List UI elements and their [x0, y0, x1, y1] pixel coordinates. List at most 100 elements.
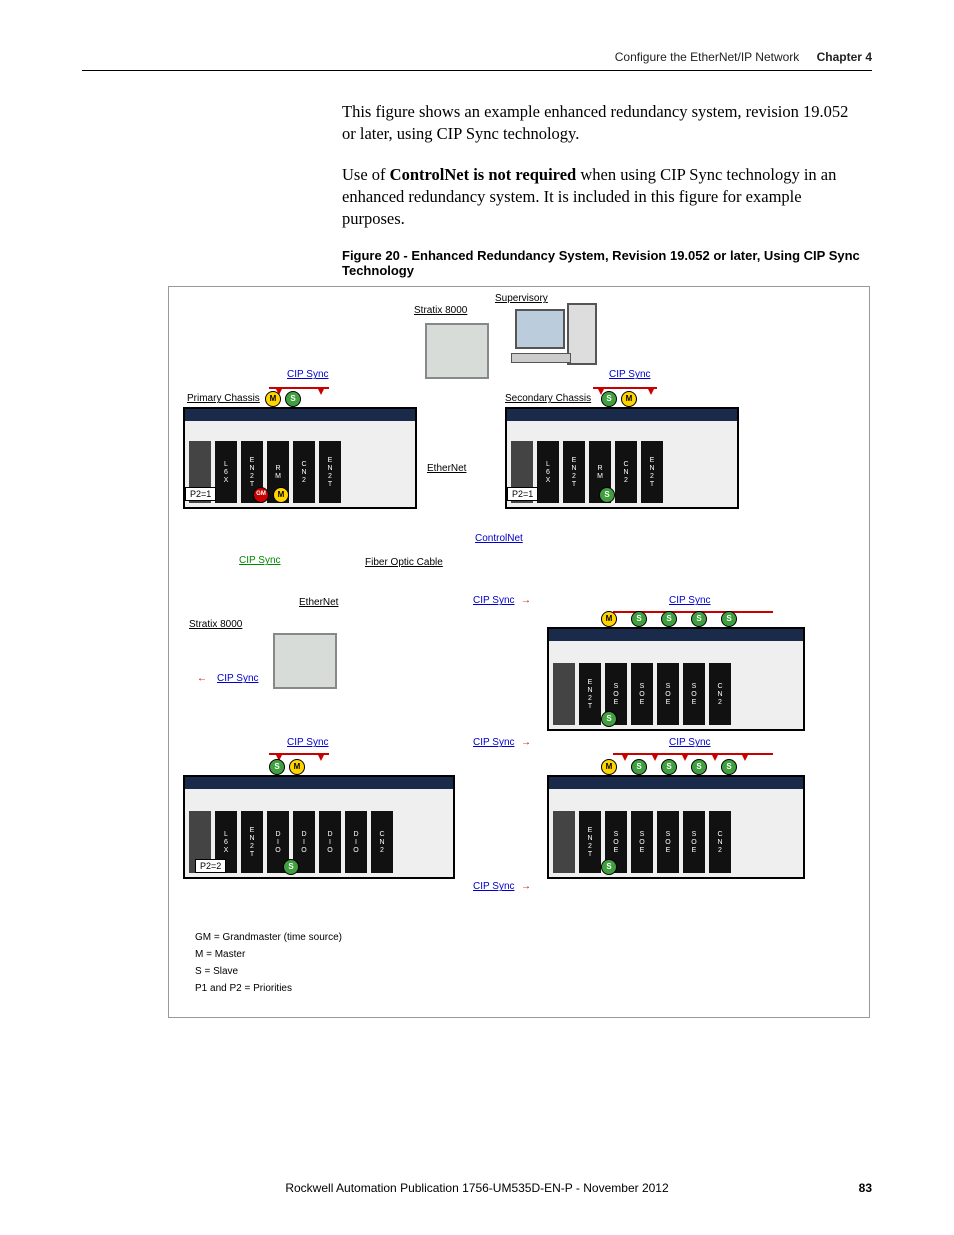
legend-gm: GM = Grandmaster (time source) — [195, 929, 342, 946]
label-cipsync-1: CIP Sync — [287, 369, 329, 380]
sync-arrow-rc — [681, 753, 689, 761]
slot-cn2: CN2 — [293, 441, 315, 503]
label-stratix-left: Stratix 8000 — [189, 619, 242, 630]
label-cipsync-lowL: CIP Sync — [287, 737, 329, 748]
tower-icon — [567, 303, 597, 365]
node-s-sec: S — [601, 391, 617, 407]
slot-dio-c: DIO — [319, 811, 341, 873]
node-s-io1a: S — [631, 611, 647, 627]
slot-soe-1c: SOE — [657, 663, 679, 725]
sync-arrow-re — [741, 753, 749, 761]
slot-l6x: L6X — [215, 441, 237, 503]
node-s-io1b: S — [661, 611, 677, 627]
slot-en2t2-s: EN2T — [641, 441, 663, 503]
p2-1-primary: P2=1 — [185, 487, 216, 501]
paragraph-1: This figure shows an example enhanced re… — [342, 101, 862, 146]
publication-line: Rockwell Automation Publication 1756-UM5… — [0, 1181, 954, 1195]
slot-psio1 — [553, 663, 575, 725]
node-m-io1: M — [601, 611, 617, 627]
label-cipsync-2: CIP Sync — [609, 369, 651, 380]
keyboard-icon — [511, 353, 571, 363]
node-s-lrb: S — [661, 759, 677, 775]
label-cipsync-lowm: CIP Sync — [473, 737, 515, 748]
sync-arrow-rb — [651, 753, 659, 761]
label-cipsync-mid: CIP Sync — [473, 595, 515, 606]
slot-soe-2c: SOE — [657, 811, 679, 873]
label-cipsync-midr: CIP Sync — [669, 595, 711, 606]
p2-2: P2=2 — [195, 859, 226, 873]
label-fiber: Fiber Optic Cable — [365, 557, 443, 568]
slot-l6x-s: L6X — [537, 441, 559, 503]
sync-arrow-rd — [711, 753, 719, 761]
node-s-primary: S — [285, 391, 301, 407]
sync-line-lowR — [613, 753, 773, 755]
section-title: Configure the EtherNet/IP Network — [615, 50, 800, 64]
slot-en2t-io2: EN2T — [579, 811, 601, 873]
p2-bold: ControlNet is not required — [390, 165, 577, 184]
label-stratix-top: Stratix 8000 — [414, 305, 467, 316]
chapter-label: Chapter 4 — [817, 50, 872, 64]
slot-en2t-s: EN2T — [563, 441, 585, 503]
legend-p: P1 and P2 = Priorities — [195, 980, 342, 997]
stratix-switch-top — [425, 323, 489, 379]
slot-en2t-io1: EN2T — [579, 663, 601, 725]
sync-arrow-1b — [317, 387, 325, 395]
legend-m: M = Master — [195, 946, 342, 963]
slot-cn2-io1: CN2 — [709, 663, 731, 725]
node-s-io1d: S — [721, 611, 737, 627]
slot-cn2-io2: CN2 — [709, 811, 731, 873]
sync-arrow-ra — [621, 753, 629, 761]
body-column: This figure shows an example enhanced re… — [342, 101, 862, 278]
node-m-primary: M — [265, 391, 281, 407]
label-secondary: Secondary Chassis — [505, 393, 591, 404]
header-rule — [82, 70, 872, 71]
arrow-mid: → — [521, 595, 531, 606]
label-cipsync-fiber-l: CIP Sync — [239, 555, 281, 566]
secondary-chassis: L6X EN2T RM CN2 EN2T — [505, 407, 739, 509]
node-s-io1c: S — [691, 611, 707, 627]
arrow-lowm: → — [521, 737, 531, 748]
paragraph-2: Use of ControlNet is not required when u… — [342, 164, 862, 231]
slot-dio-d: DIO — [345, 811, 367, 873]
legend-s: S = Slave — [195, 963, 342, 980]
running-head: Configure the EtherNet/IP Network Chapte… — [82, 50, 872, 70]
node-s-ll: S — [269, 759, 285, 775]
node-s-lrd: S — [721, 759, 737, 775]
label-cipsync-lowR: CIP Sync — [669, 737, 711, 748]
slot-soe-2b: SOE — [631, 811, 653, 873]
figure-caption: Figure 20 - Enhanced Redundancy System, … — [342, 248, 862, 278]
slot-soe-1b: SOE — [631, 663, 653, 725]
label-ethernet-2: EtherNet — [299, 597, 338, 608]
arrow-left: ← — [197, 673, 207, 684]
slot-psio2 — [553, 811, 575, 873]
slot-cn2-s: CN2 — [615, 441, 637, 503]
io-chassis-1: EN2T SOE SOE SOE SOE CN2 — [547, 627, 805, 731]
sync-arrow-lb — [317, 753, 325, 761]
node-s-lra: S — [631, 759, 647, 775]
primary-chassis: L6X EN2T RM CN2 EN2T — [183, 407, 417, 509]
supervisory-pc — [515, 309, 615, 389]
monitor-icon — [515, 309, 565, 349]
label-cipsync-left: CIP Sync — [217, 673, 259, 684]
label-primary: Primary Chassis — [187, 393, 260, 404]
stratix-switch-left — [273, 633, 337, 689]
label-supervisory: Supervisory — [495, 293, 548, 304]
p2-a: Use of — [342, 165, 390, 184]
slot-en2t-ll: EN2T — [241, 811, 263, 873]
figure-legend: GM = Grandmaster (time source) M = Maste… — [195, 929, 342, 997]
p2-1-secondary: P2=1 — [507, 487, 538, 501]
node-m-ll: M — [289, 759, 305, 775]
node-m-sec: M — [621, 391, 637, 407]
label-controlnet: ControlNet — [475, 533, 523, 544]
sync-arrow-2b — [647, 387, 655, 395]
node-s-lrc: S — [691, 759, 707, 775]
page-number: 83 — [859, 1181, 872, 1195]
io-chassis-2: EN2T SOE SOE SOE SOE CN2 — [547, 775, 805, 879]
slot-soe-1d: SOE — [683, 663, 705, 725]
figure-20: Supervisory Stratix 8000 CIP Sync CIP Sy… — [168, 286, 870, 1018]
slot-en2t2: EN2T — [319, 441, 341, 503]
page: Configure the EtherNet/IP Network Chapte… — [0, 0, 954, 1018]
label-cipsync-bot: CIP Sync — [473, 881, 515, 892]
slot-soe-2d: SOE — [683, 811, 705, 873]
label-ethernet-1: EtherNet — [427, 463, 466, 474]
